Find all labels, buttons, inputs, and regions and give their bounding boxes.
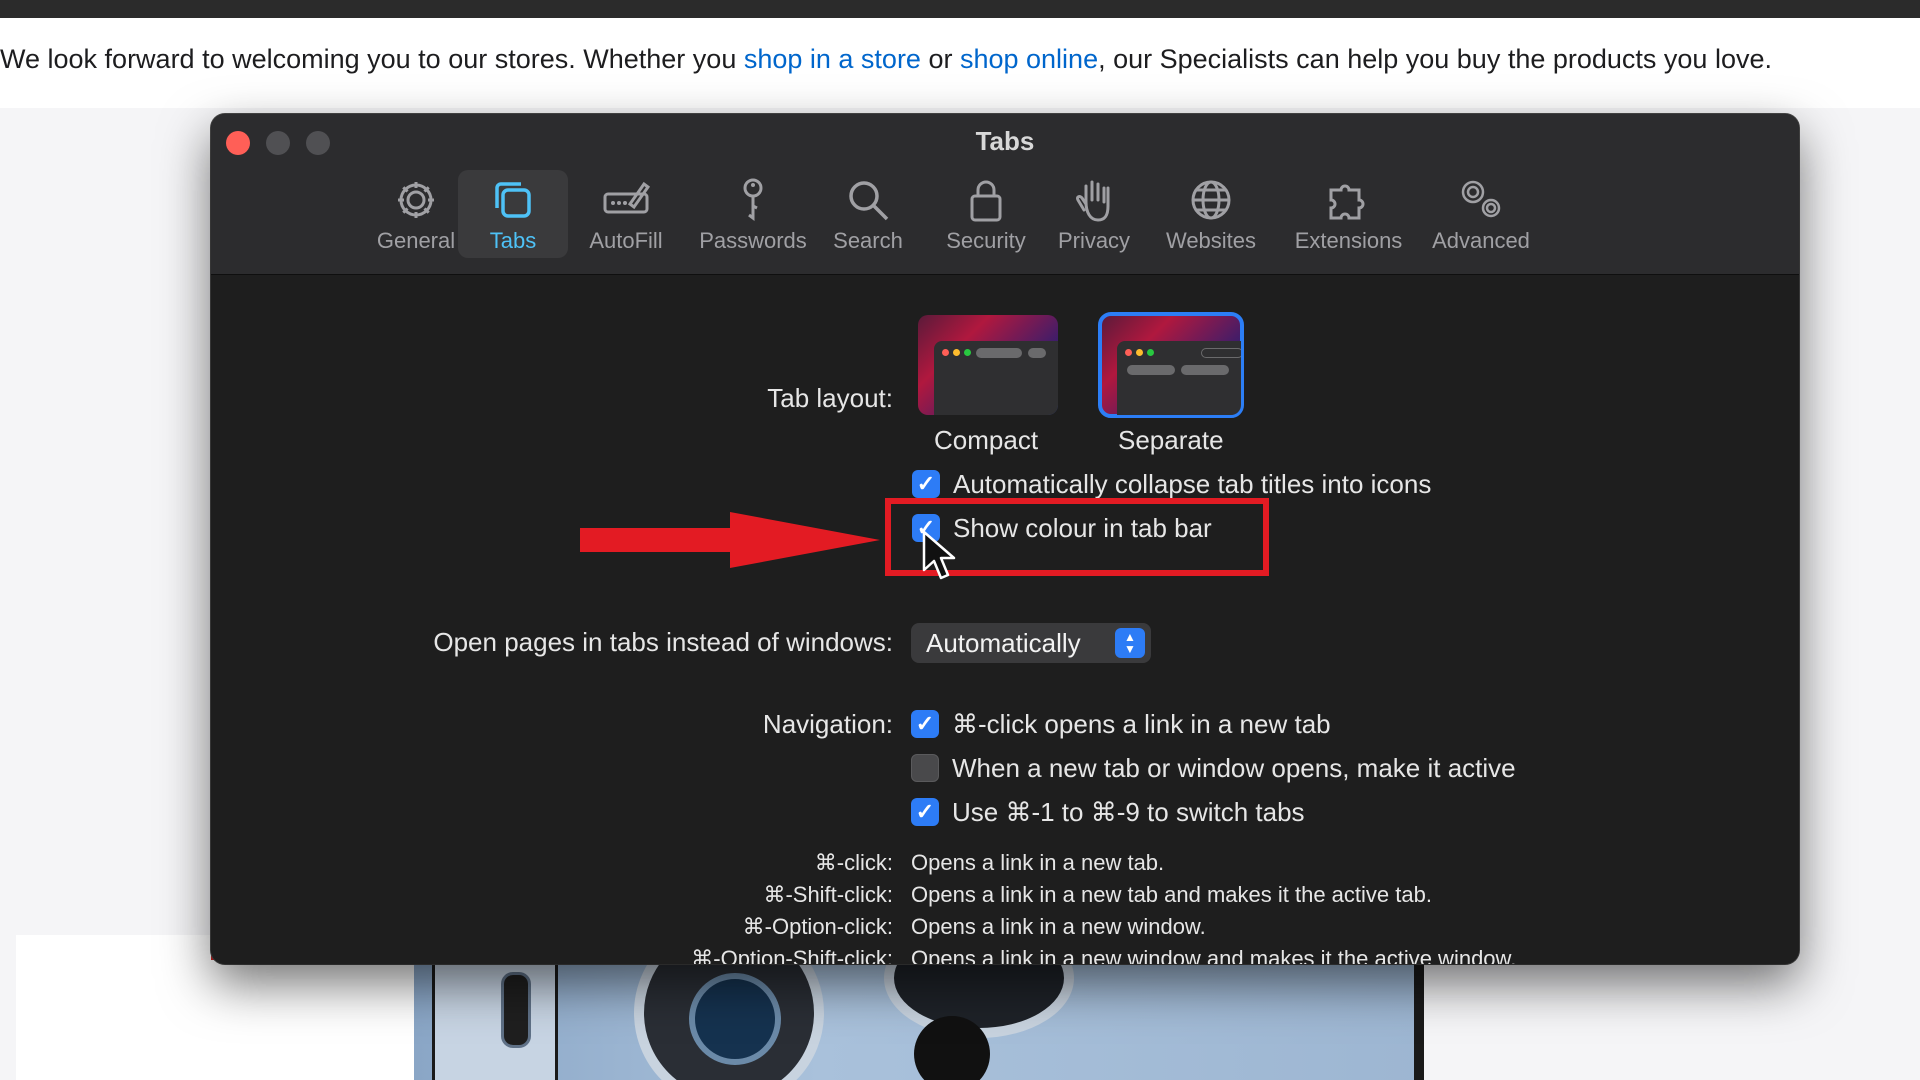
annotation-arrow-icon (580, 512, 880, 568)
open-pages-select[interactable]: Automatically ▲ ▼ (911, 623, 1151, 663)
cmd-click-checkbox[interactable]: ✓ (911, 710, 939, 738)
shortcut-desc: Opens a link in a new window and makes i… (911, 946, 1517, 964)
tab-websites-label: Websites (1165, 228, 1257, 253)
tab-privacy-label: Privacy (1057, 228, 1131, 253)
gear-icon (398, 182, 434, 218)
shortcut-key: ⌘-Option-click: (742, 914, 893, 939)
tab-security[interactable]: Security (936, 170, 1036, 258)
layout-separate-label: Separate (1118, 425, 1224, 455)
layout-compact-option[interactable] (918, 315, 1058, 415)
phone-button (501, 972, 531, 1048)
shortcut-key: ⌘-click: (814, 850, 893, 875)
open-pages-value: Automatically (926, 628, 1081, 658)
thumb-bar (1201, 348, 1241, 358)
layout-separate-option[interactable] (1098, 312, 1244, 418)
gears-icon (1461, 180, 1501, 218)
tab-layout-label: Tab layout: (767, 383, 893, 413)
collapse-titles-label: Automatically collapse tab titles into i… (953, 469, 1432, 499)
shortcut-key: ⌘-Shift-click: (763, 882, 893, 907)
banner-text-middle: or (920, 44, 960, 74)
tab-search-label: Search (833, 228, 903, 253)
tabs-icon (495, 182, 531, 218)
shortcut-desc: Opens a link in a new window. (911, 914, 1206, 939)
shop-online-link[interactable]: shop online (960, 44, 1098, 74)
select-stepper-icon: ▲ ▼ (1115, 628, 1145, 658)
tab-passwords-label: Passwords (699, 228, 807, 253)
shortcut-desc: Opens a link in a new tab and makes it t… (911, 882, 1432, 907)
camera-lens-inner (689, 973, 781, 1065)
camera-lens-top (884, 958, 1074, 1038)
thumb-bar (1028, 348, 1046, 358)
shortcut-key: ⌘-Option-Shift-click: (691, 946, 893, 964)
open-pages-label: Open pages in tabs instead of windows: (433, 627, 893, 657)
tab-passwords[interactable]: Passwords (693, 170, 813, 258)
thumb-bar (1127, 365, 1175, 375)
top-bar (0, 0, 1920, 18)
phone-edge (1414, 958, 1424, 1080)
tab-general-label: General (376, 228, 456, 253)
autofill-icon (603, 181, 650, 214)
cmd-click-label: ⌘-click opens a link in a new tab (952, 709, 1331, 739)
tab-search[interactable]: Search (823, 170, 913, 258)
tab-tabs[interactable]: Tabs (458, 170, 568, 258)
thumb-dots (1125, 349, 1154, 356)
search-icon (849, 181, 889, 221)
tab-websites[interactable]: Websites (1156, 170, 1266, 258)
lock-icon (970, 180, 1002, 222)
tab-privacy[interactable]: Privacy (1049, 170, 1139, 258)
tab-autofill[interactable]: AutoFill (576, 170, 676, 258)
hand-icon (1076, 180, 1110, 222)
thumb-bar (976, 348, 1022, 358)
layout-compact-label: Compact (934, 425, 1039, 455)
tab-general[interactable]: General (366, 170, 466, 258)
store-banner: We look forward to welcoming you to our … (0, 44, 1920, 84)
banner-text-suffix: , our Specialists can help you buy the p… (1098, 44, 1772, 74)
shortcut-desc: Opens a link in a new tab. (911, 850, 1165, 875)
tab-advanced[interactable]: Advanced (1421, 170, 1541, 258)
mouse-cursor-icon (922, 530, 956, 580)
window-title: Tabs (975, 126, 1035, 156)
camera-lens-large (634, 958, 824, 1080)
make-active-checkbox[interactable] (911, 754, 939, 782)
tab-security-label: Security (946, 228, 1026, 253)
thumb-bar (1181, 365, 1229, 375)
preferences-toolbar: General Tabs AutoFill Passwords Search S… (211, 170, 1799, 270)
window-titlebar: Tabs General Tabs AutoFill Passwords Sea… (211, 114, 1799, 275)
key-icon (743, 178, 763, 221)
shop-in-store-link[interactable]: shop in a store (744, 44, 921, 74)
tab-extensions-label: Extensions (1294, 228, 1403, 253)
tabs-pane: Tab layout: Compact Separate ✓ Automatic… (211, 275, 1799, 964)
banner-text: We look forward to welcoming you to our … (0, 44, 744, 74)
switch-tabs-label: Use ⌘-1 to ⌘-9 to switch tabs (952, 797, 1305, 827)
iphone-image (414, 958, 1424, 1080)
switch-tabs-checkbox[interactable]: ✓ (911, 798, 939, 826)
tab-advanced-label: Advanced (1432, 228, 1530, 253)
thumb-dots (942, 349, 971, 356)
navigation-label: Navigation: (762, 709, 893, 739)
collapse-titles-checkbox[interactable]: ✓ (912, 470, 940, 498)
puzzle-icon (1329, 184, 1364, 220)
tab-autofill-label: AutoFill (589, 228, 663, 253)
tab-extensions[interactable]: Extensions (1286, 170, 1411, 258)
tab-tabs-label: Tabs (489, 228, 537, 253)
make-active-label: When a new tab or window opens, make it … (952, 753, 1516, 783)
phone-side (432, 958, 558, 1080)
globe-icon (1191, 180, 1231, 220)
